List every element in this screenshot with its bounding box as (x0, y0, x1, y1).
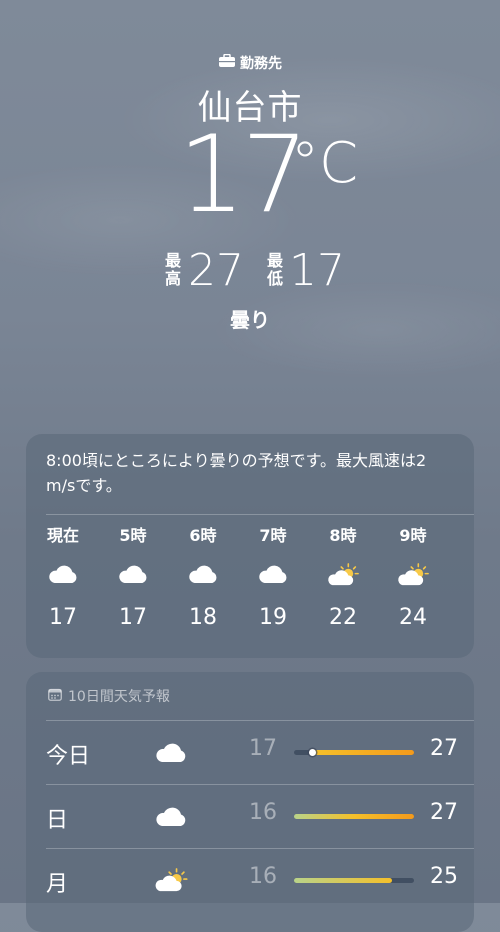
partly-sunny-icon (308, 554, 378, 594)
location-label: 勤務先 (0, 53, 500, 73)
day-label: 月 (46, 872, 69, 897)
cloud-icon (98, 554, 168, 594)
low-label: 最低 (266, 252, 284, 288)
high-label-text: 最高 (164, 251, 181, 288)
cloud-icon (168, 554, 238, 594)
day-label: 日 (46, 808, 69, 833)
divider (46, 720, 474, 721)
hour-temp: 24 (399, 605, 427, 630)
hour-temp: 17 (49, 605, 77, 630)
cloud-icon (28, 554, 98, 594)
divider (46, 848, 474, 849)
low-label-text: 最低 (266, 251, 283, 288)
hour-label: 5時 (119, 526, 147, 545)
hourly-summary: 8:00頃にところにより曇りの予想です。最大風速は2 m/sです。 (46, 451, 427, 495)
weather-icon (448, 554, 474, 594)
daily-forecast-card[interactable]: 10日間天気予報 今日 17 27 日 16 27 月 16 25 (26, 672, 474, 932)
divider (46, 784, 474, 785)
temp-range-bar (294, 878, 414, 883)
hour-temp: 18 (189, 605, 217, 630)
location-label-text: 勤務先 (240, 56, 282, 72)
calendar-icon (48, 688, 62, 705)
daily-row[interactable]: 日 16 27 (26, 784, 474, 848)
hour-label: 1 (448, 526, 474, 546)
daily-row[interactable]: 月 16 25 (26, 848, 474, 912)
day-label: 今日 (46, 744, 91, 769)
cloud-icon (146, 800, 196, 832)
cloud-icon (238, 554, 308, 594)
current-temp-dot (308, 749, 316, 756)
cloud-icon (146, 736, 196, 768)
temp-range-bar (294, 749, 414, 756)
divider (46, 514, 474, 515)
temp-range-fill (294, 814, 414, 819)
temp-range-fill (294, 878, 393, 883)
hourly-item: 6時 18 (168, 526, 238, 632)
hour-temp: 22 (329, 605, 357, 630)
hourly-item: 1 (448, 526, 474, 604)
hourly-list[interactable]: 現在 17 5時 17 6時 18 7時 19 8時 22 9時 24 1 (26, 526, 474, 646)
high-temp: 27 (430, 800, 458, 825)
hourly-forecast-card[interactable]: 8:00頃にところにより曇りの予想です。最大風速は2 m/sです。 現在 17 5時… (26, 434, 474, 658)
briefcase-icon (218, 53, 236, 72)
hour-temp: 19 (259, 605, 287, 630)
hourly-item: 7時 19 (238, 526, 308, 632)
hourly-item: 9時 24 (378, 526, 448, 632)
temp-range-bar (294, 814, 414, 819)
condition: 曇り (230, 308, 270, 332)
hour-label: 7時 (259, 526, 287, 545)
daily-header: 10日間天気予報 (48, 686, 170, 706)
temp-range-fill (312, 750, 414, 755)
daily-row[interactable]: 今日 17 27 (26, 720, 474, 784)
high-temp: 25 (430, 864, 458, 889)
hourly-item: 5時 17 (98, 526, 168, 632)
partly-sunny-icon (378, 554, 448, 594)
partly-sunny-icon (146, 864, 196, 896)
high-label: 最高 (164, 252, 182, 288)
low-temp: 17 (249, 736, 277, 761)
high-temp: 27 (430, 736, 458, 761)
current-temperature: 17 °C (0, 120, 500, 230)
daily-title: 10日間天気予報 (68, 689, 170, 705)
low-value: 17 (289, 245, 345, 296)
low-temp: 16 (249, 800, 277, 825)
hour-label: 9時 (399, 526, 427, 545)
temperature-unit: °C (291, 131, 359, 196)
high-value: 27 (188, 245, 244, 296)
hour-label: 8時 (329, 526, 357, 545)
hour-label: 現在 (46, 526, 79, 545)
hour-label: 6時 (189, 526, 217, 545)
low-temp: 16 (249, 864, 277, 889)
hourly-item: 現在 17 (28, 526, 98, 632)
hour-temp: 17 (119, 605, 147, 630)
current-temperature-value: 17 (178, 113, 309, 236)
hourly-item: 8時 22 (308, 526, 378, 632)
high-low: 最高 27 最低 17 (0, 246, 500, 296)
